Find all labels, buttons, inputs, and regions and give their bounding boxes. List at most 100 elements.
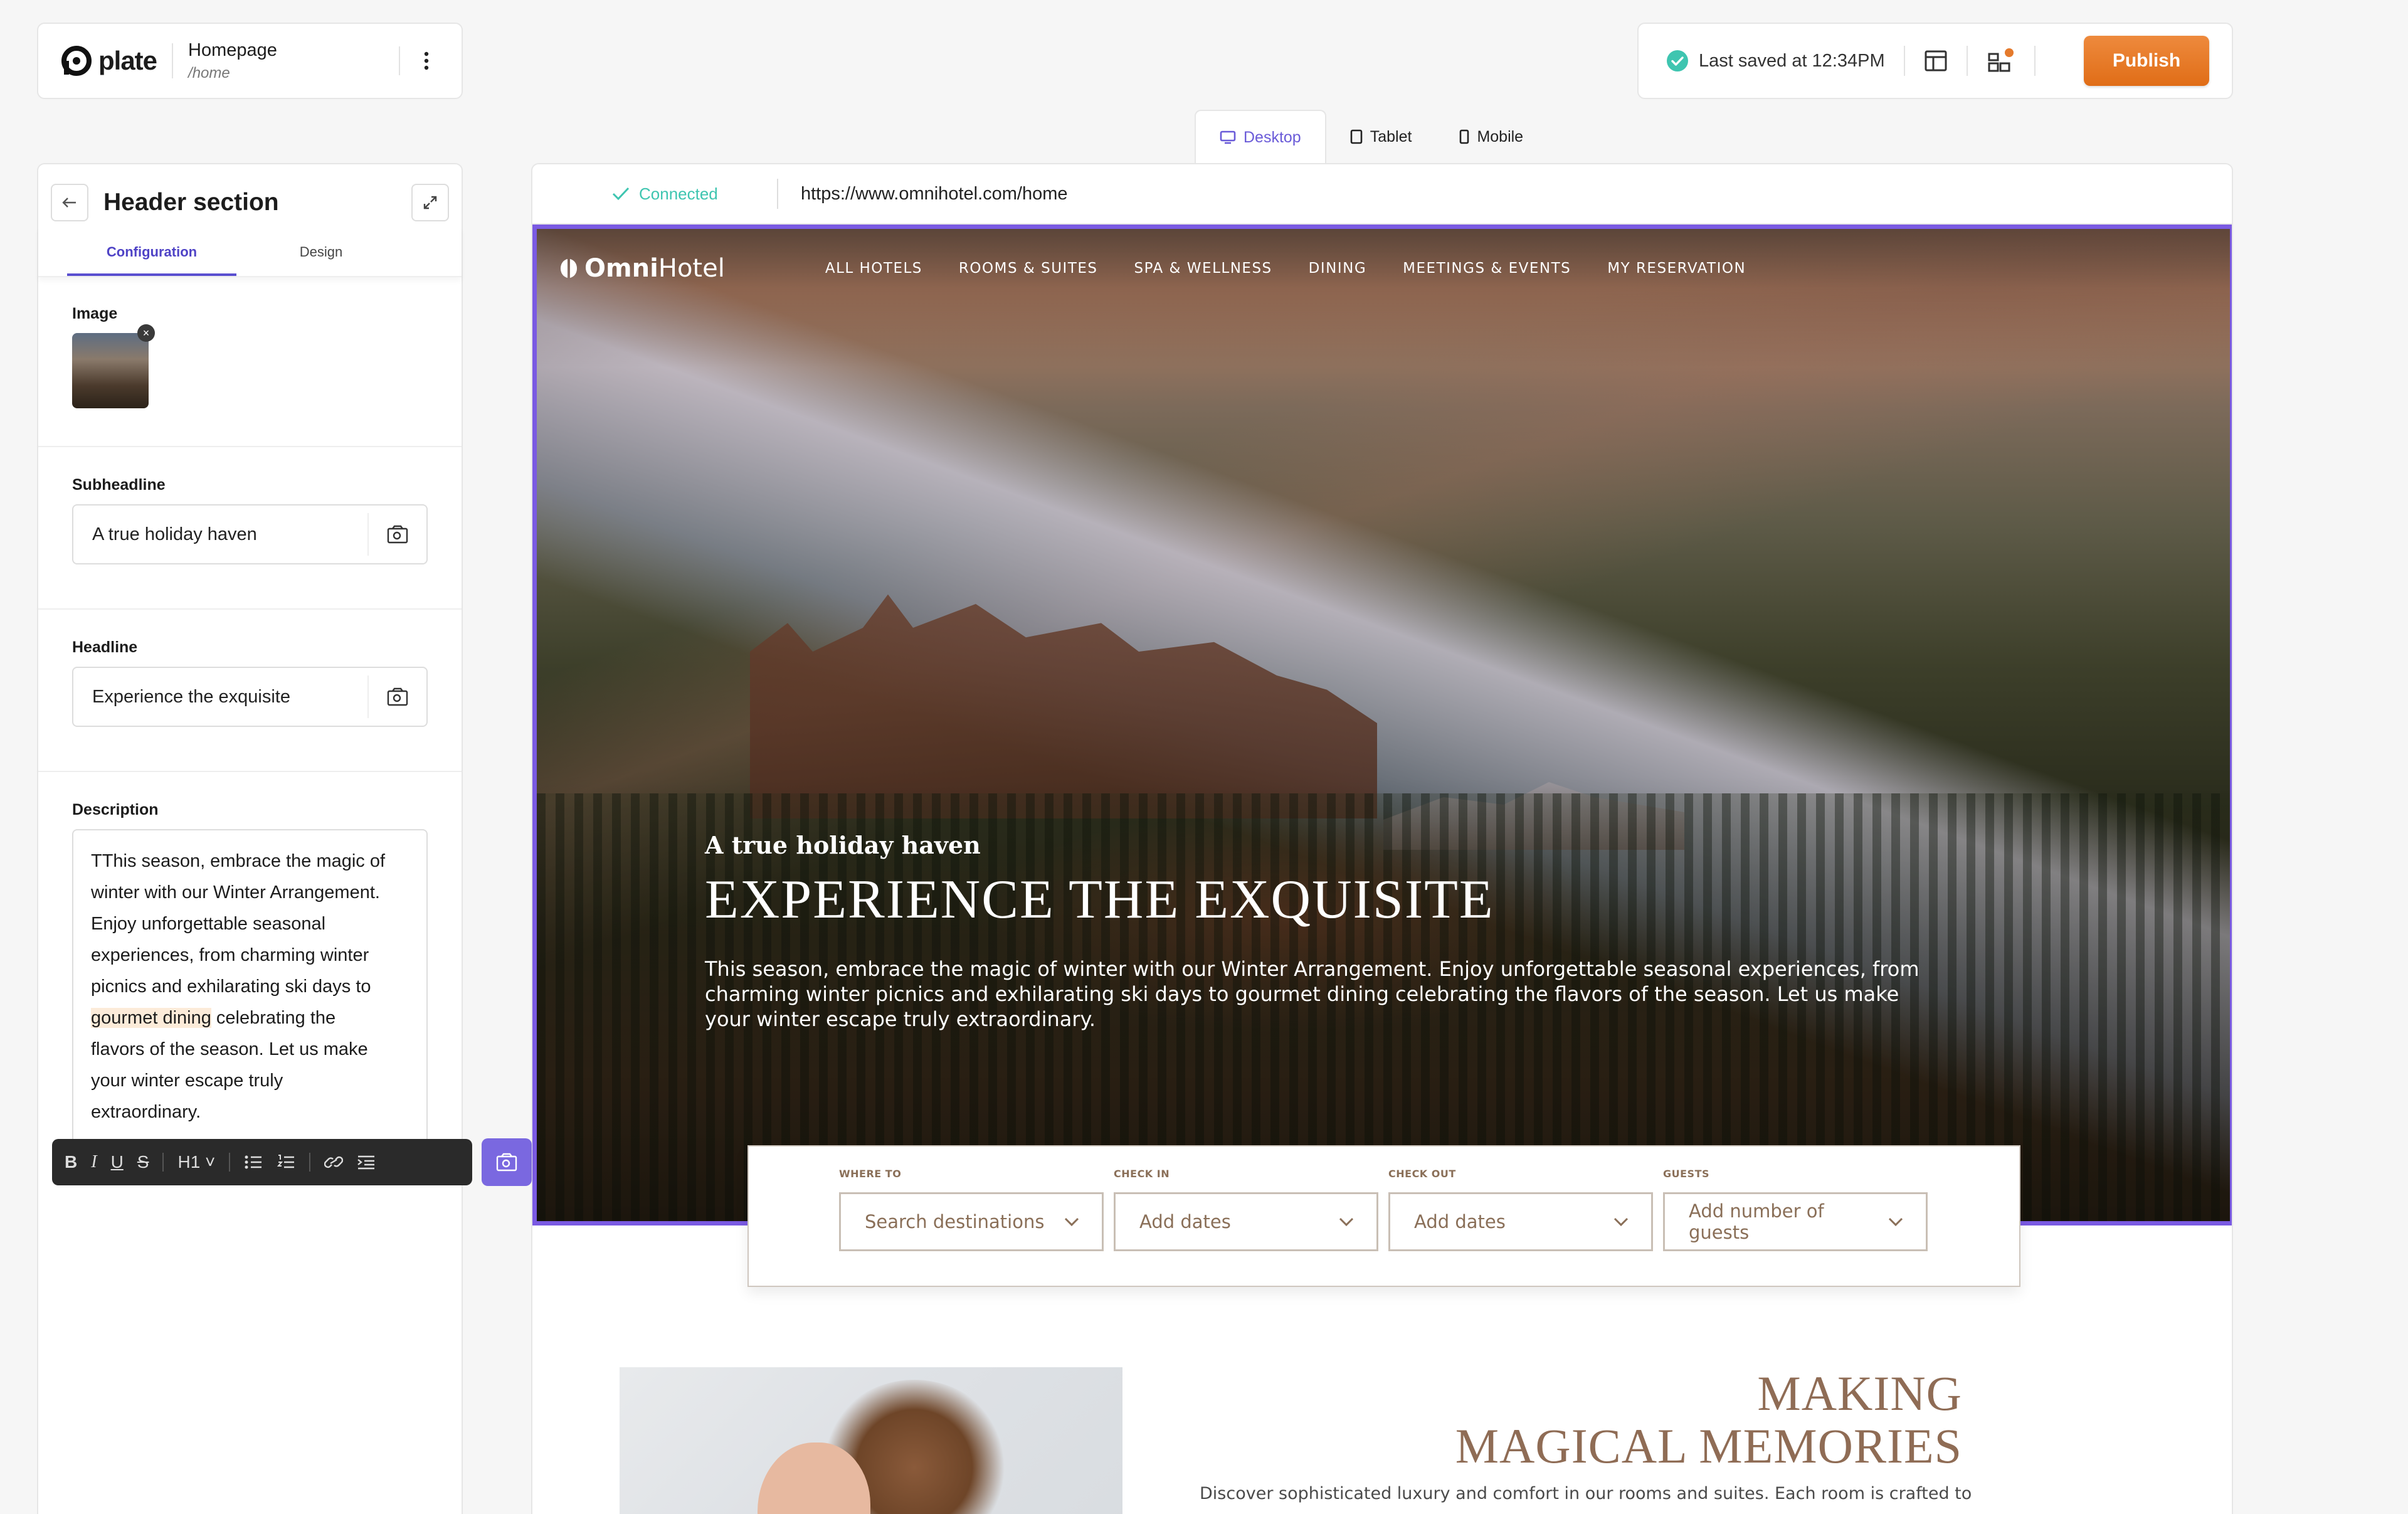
indent-icon[interactable] bbox=[357, 1155, 376, 1170]
omni-logo-icon bbox=[559, 258, 578, 279]
url-text[interactable]: https://www.omnihotel.com/home bbox=[777, 179, 1068, 209]
tab-tablet[interactable]: Tablet bbox=[1326, 110, 1436, 164]
select-placeholder: Add dates bbox=[1139, 1211, 1231, 1232]
chevron-down-icon bbox=[1064, 1217, 1079, 1226]
hero-description: This season, embrace the magic of winter… bbox=[705, 957, 1920, 1031]
description-section: Description TThis season, embrace the ma… bbox=[38, 772, 462, 1175]
desc-line: your winter escape truly bbox=[91, 1071, 283, 1091]
desc-line: winter with our Winter Arrangement. bbox=[91, 882, 380, 903]
check-icon bbox=[611, 186, 630, 201]
strikethrough-icon[interactable]: S bbox=[137, 1152, 149, 1172]
section-config-panel: Header section Configuration Design Imag… bbox=[37, 163, 532, 1514]
desc-text: celebrating the bbox=[211, 1008, 336, 1028]
section-description: Discover sophisticated luxury and comfor… bbox=[1200, 1484, 1972, 1503]
chevron-down-icon bbox=[1613, 1217, 1629, 1226]
nav-all-hotels[interactable]: ALL HOTELS bbox=[825, 260, 922, 277]
divider bbox=[1903, 46, 1905, 76]
checkout-select[interactable]: Add dates bbox=[1388, 1192, 1653, 1251]
remove-image-icon[interactable]: × bbox=[137, 324, 155, 342]
arrow-left-icon bbox=[62, 197, 77, 208]
image-thumbnail[interactable]: × bbox=[72, 324, 155, 408]
headline-label: Headline bbox=[72, 638, 138, 656]
ai-assist-button[interactable] bbox=[482, 1138, 532, 1186]
booking-checkout: CHECK OUT Add dates bbox=[1388, 1168, 1653, 1286]
divider bbox=[229, 1153, 231, 1172]
divider bbox=[399, 46, 400, 75]
bold-icon[interactable]: B bbox=[65, 1152, 77, 1172]
nav-dining[interactable]: DINING bbox=[1309, 260, 1367, 277]
booking-where: WHERE TO Search destinations bbox=[839, 1168, 1104, 1286]
components-icon[interactable] bbox=[1987, 46, 2015, 75]
subheadline-value: A true holiday haven bbox=[92, 524, 257, 544]
tab-design[interactable]: Design bbox=[236, 227, 406, 276]
site-logo[interactable]: OmniHotel bbox=[559, 254, 725, 283]
tab-desktop[interactable]: Desktop bbox=[1195, 110, 1326, 164]
select-placeholder: Add dates bbox=[1414, 1211, 1506, 1232]
expand-icon bbox=[423, 195, 438, 210]
chevron-down-icon bbox=[1339, 1217, 1354, 1226]
panel-tabs: Configuration Design bbox=[38, 227, 462, 277]
hero-headline: EXPERIENCE THE EXQUISITE bbox=[705, 869, 1494, 930]
tab-mobile[interactable]: Mobile bbox=[1435, 110, 1547, 164]
underline-icon[interactable]: U bbox=[111, 1152, 124, 1172]
divider bbox=[2034, 46, 2036, 76]
destination-select[interactable]: Search destinations bbox=[839, 1192, 1104, 1251]
panel-header: Header section bbox=[38, 164, 462, 227]
chevron-down-icon bbox=[1888, 1217, 1903, 1226]
field-ai-icon[interactable] bbox=[367, 513, 426, 556]
desc-line: flavors of the season. Let us make bbox=[91, 1039, 368, 1059]
expand-button[interactable] bbox=[411, 184, 449, 221]
desc-line: gourmet dining celebrating the bbox=[91, 1002, 409, 1034]
booking-checkin: CHECK IN Add dates bbox=[1114, 1168, 1378, 1286]
section-title-line: MAKING bbox=[1757, 1366, 1962, 1421]
headline-input[interactable]: Experience the exquisite bbox=[72, 667, 428, 727]
desc-line: TThis season, embrace the magic of bbox=[91, 851, 386, 871]
site-nav: OmniHotel ALL HOTELS ROOMS & SUITES SPA … bbox=[559, 254, 1746, 283]
headline-value: Experience the exquisite bbox=[92, 686, 290, 707]
field-ai-icon[interactable] bbox=[367, 675, 426, 718]
more-options-icon[interactable] bbox=[414, 48, 439, 73]
italic-icon[interactable]: I bbox=[91, 1152, 97, 1172]
divider bbox=[1966, 46, 1968, 76]
layout-icon[interactable] bbox=[1924, 49, 1948, 73]
plate-logo-text: plate bbox=[98, 46, 157, 75]
nav-links: ALL HOTELS ROOMS & SUITES SPA & WELLNESS… bbox=[825, 260, 1746, 277]
nav-my-reservation[interactable]: MY RESERVATION bbox=[1607, 260, 1746, 277]
checkin-select[interactable]: Add dates bbox=[1114, 1192, 1378, 1251]
nav-spa-wellness[interactable]: SPA & WELLNESS bbox=[1134, 260, 1272, 277]
select-placeholder: Add number of guests bbox=[1689, 1200, 1824, 1243]
device-tabs: Desktop Tablet Mobile bbox=[1195, 110, 1547, 164]
hero-overlay bbox=[537, 229, 2230, 1221]
nav-rooms-suites[interactable]: ROOMS & SUITES bbox=[959, 260, 1098, 277]
link-icon[interactable] bbox=[324, 1155, 344, 1170]
heading-label: H1 bbox=[177, 1152, 201, 1172]
publish-button[interactable]: Publish bbox=[2084, 36, 2209, 86]
plate-logo[interactable]: plate bbox=[61, 45, 157, 77]
booking-label: WHERE TO bbox=[839, 1168, 902, 1180]
guests-select[interactable]: Add number of guests bbox=[1663, 1192, 1928, 1251]
select-placeholder: Search destinations bbox=[865, 1211, 1045, 1232]
back-button[interactable] bbox=[51, 184, 88, 221]
numbered-list-icon[interactable] bbox=[277, 1154, 295, 1170]
hero-section[interactable]: OmniHotel ALL HOTELS ROOMS & SUITES SPA … bbox=[532, 225, 2232, 1225]
bullet-list-icon[interactable] bbox=[244, 1154, 263, 1170]
page-path: /home bbox=[188, 64, 230, 82]
preview-browser: Connected https://www.omnihotel.com/home… bbox=[531, 163, 2233, 1514]
tablet-icon bbox=[1350, 129, 1363, 144]
heading-select[interactable]: H1 ˅ bbox=[177, 1152, 215, 1172]
subheadline-input[interactable]: A true holiday haven bbox=[72, 504, 428, 564]
save-status: Last saved at 12:34PM bbox=[1666, 50, 1885, 72]
tab-label: Mobile bbox=[1477, 127, 1524, 146]
image-label: Image bbox=[72, 305, 118, 322]
saved-text: Last saved at 12:34PM bbox=[1699, 50, 1885, 71]
description-editor[interactable]: TThis season, embrace the magic of winte… bbox=[72, 829, 428, 1175]
nav-meetings-events[interactable]: MEETINGS & EVENTS bbox=[1403, 260, 1571, 277]
booking-label: CHECK IN bbox=[1114, 1168, 1170, 1180]
plate-logo-icon bbox=[61, 45, 92, 77]
booking-label: CHECK OUT bbox=[1388, 1168, 1456, 1180]
headline-section: Headline Experience the exquisite bbox=[38, 610, 462, 772]
page-selector[interactable]: Homepage /home bbox=[188, 40, 277, 82]
tab-configuration[interactable]: Configuration bbox=[67, 227, 236, 276]
divider bbox=[172, 43, 174, 78]
save-status-bar: Last saved at 12:34PM Publish bbox=[1637, 23, 2233, 99]
